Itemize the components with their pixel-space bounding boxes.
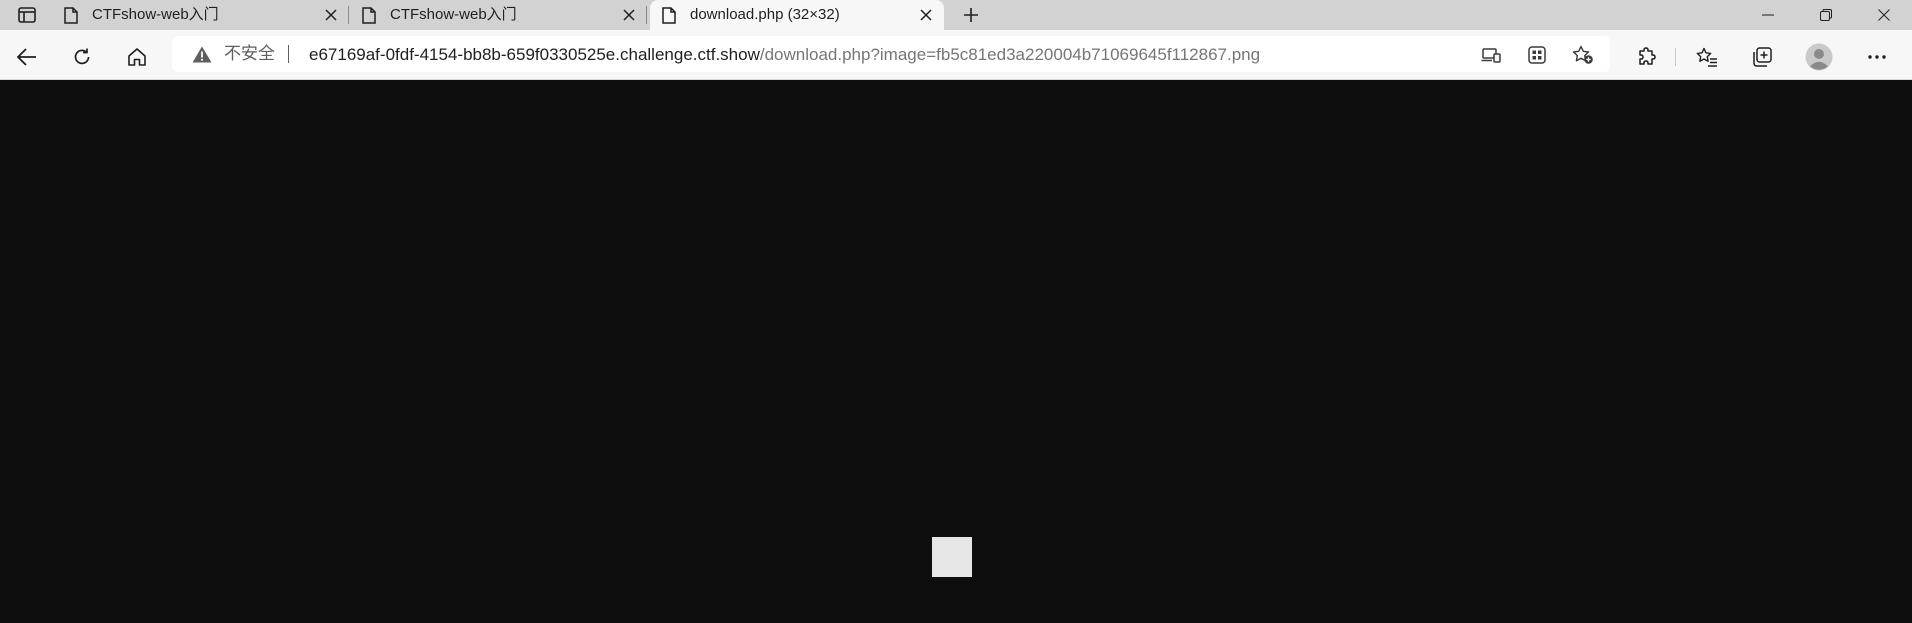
- close-icon: [325, 9, 337, 21]
- tab-close-button[interactable]: [322, 6, 340, 24]
- restore-icon: [1820, 9, 1832, 21]
- profile-button[interactable]: [1802, 40, 1836, 74]
- toolbar: 不安全 e67169af-0fdf-4154-bb8b-659f0330525e…: [0, 30, 1912, 80]
- back-button[interactable]: [10, 40, 44, 74]
- tab-actions-button[interactable]: [8, 0, 46, 30]
- add-favorite-icon: [1572, 45, 1593, 64]
- home-button[interactable]: [120, 40, 154, 74]
- read-aloud-button[interactable]: [1480, 44, 1502, 66]
- profile-icon: [1805, 43, 1833, 71]
- favorites-button[interactable]: [1690, 40, 1724, 74]
- window-close-icon: [1878, 9, 1890, 21]
- tab-title: download.php (32×32): [690, 6, 840, 23]
- minimize-icon: [1762, 14, 1774, 16]
- extensions-button[interactable]: [1630, 40, 1664, 74]
- address-bar[interactable]: 不安全 e67169af-0fdf-4154-bb8b-659f0330525e…: [172, 36, 1610, 72]
- tab-ctfshow-1[interactable]: CTFshow-web入门: [52, 0, 349, 30]
- tab-close-button[interactable]: [917, 6, 935, 24]
- back-arrow-icon: [17, 48, 36, 66]
- restore-button[interactable]: [1800, 0, 1852, 30]
- tab-download-php[interactable]: download.php (32×32): [650, 0, 944, 30]
- tab-title: CTFshow-web入门: [92, 6, 219, 23]
- url-host: e67169af-0fdf-4154-bb8b-659f0330525e.cha…: [309, 45, 760, 64]
- tab-strip: CTFshow-web入门 CTFshow-web入门 download.php…: [0, 0, 1912, 30]
- settings-and-more-button[interactable]: [1860, 40, 1894, 74]
- page-icon: [64, 7, 78, 24]
- close-icon: [920, 9, 932, 21]
- minimize-button[interactable]: [1742, 0, 1794, 30]
- address-separator: [288, 45, 289, 63]
- page-icon: [662, 7, 676, 24]
- favorites-icon: [1696, 47, 1717, 67]
- read-aloud-icon: [1481, 48, 1501, 63]
- tab-ctfshow-2[interactable]: CTFshow-web入门: [350, 0, 647, 30]
- toolbar-separator: [1675, 48, 1676, 66]
- tab-title: CTFshow-web入门: [390, 6, 517, 23]
- tab-close-button[interactable]: [620, 6, 638, 24]
- apps-icon: [1528, 46, 1546, 64]
- page-icon: [362, 7, 376, 24]
- apps-button[interactable]: [1526, 44, 1548, 66]
- new-tab-button[interactable]: [955, 0, 987, 30]
- image-preview[interactable]: [932, 537, 972, 577]
- warning-icon[interactable]: [192, 46, 212, 63]
- home-icon: [128, 48, 146, 66]
- collections-icon: [1753, 47, 1772, 67]
- extensions-icon: [1639, 47, 1656, 65]
- url-path: /download.php?image=fb5c81ed3a220004b710…: [759, 45, 1261, 64]
- refresh-icon: [74, 48, 90, 65]
- add-favorite-button[interactable]: [1572, 44, 1594, 66]
- url-text[interactable]: e67169af-0fdf-4154-bb8b-659f0330525e.cha…: [309, 45, 1260, 65]
- tab-actions-icon: [18, 7, 36, 23]
- security-label[interactable]: 不安全: [224, 44, 275, 64]
- collections-button[interactable]: [1745, 40, 1779, 74]
- browser-window: CTFshow-web入门 CTFshow-web入门 download.php…: [0, 0, 1912, 623]
- refresh-button[interactable]: [65, 40, 99, 74]
- close-icon: [623, 9, 635, 21]
- plus-icon: [964, 8, 978, 22]
- close-window-button[interactable]: [1858, 0, 1910, 30]
- page-viewport: [0, 80, 1912, 623]
- more-icon: [1868, 55, 1886, 59]
